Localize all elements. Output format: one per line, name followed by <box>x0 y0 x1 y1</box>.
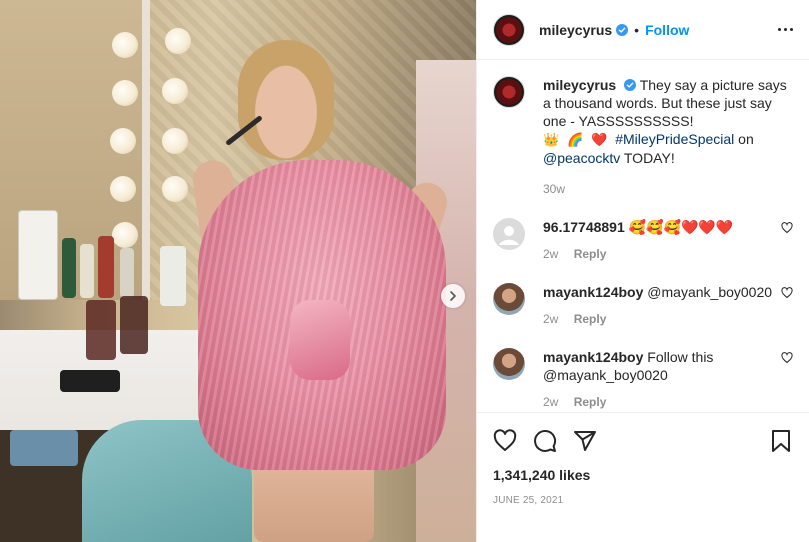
share-icon <box>574 431 596 451</box>
photo-bulb <box>112 32 138 58</box>
photo-palette <box>10 430 78 466</box>
photo-bulb <box>162 176 188 202</box>
post-date: June 25, 2021 <box>493 495 564 506</box>
photo-dress-bow <box>290 300 350 380</box>
caption-author-avatar[interactable] <box>493 76 525 108</box>
comment-meta: 2w Reply <box>543 395 773 409</box>
comment-username[interactable]: mayank124boy <box>543 284 643 300</box>
comment-icon <box>534 430 557 452</box>
follow-button[interactable]: Follow <box>645 22 689 38</box>
post-caption: mileycyrus They say a picture says a tho… <box>493 76 793 167</box>
reply-button[interactable]: Reply <box>574 312 607 326</box>
comment-avatar[interactable] <box>493 218 525 250</box>
comment-meta: 2w Reply <box>543 247 773 261</box>
comment-item: 96.17748891 🥰🥰🥰❤️❤️❤️ 2w Reply <box>493 218 793 261</box>
author-avatar[interactable] <box>493 13 525 46</box>
comment-item: mayank124boy @mayank_boy0020 2w Reply <box>493 283 793 326</box>
photo-bottle <box>120 248 134 298</box>
caption-username[interactable]: mileycyrus <box>543 77 616 93</box>
photo-bulb <box>162 128 188 154</box>
post-side-panel: mileycyrus • Follow mileycyrus They say … <box>476 0 809 542</box>
photo-bulb <box>112 222 138 248</box>
comment-text: mayank124boy @mayank_boy0020 <box>543 283 773 301</box>
photo-bottle <box>98 236 114 298</box>
share-button[interactable] <box>573 429 597 453</box>
likes-count[interactable]: 1,341,240 likes <box>493 467 793 483</box>
caption-age: 30w <box>543 182 566 196</box>
instagram-post: mileycyrus • Follow mileycyrus They say … <box>0 0 809 542</box>
comment-username[interactable]: mayank124boy <box>543 349 643 365</box>
rainbow-emoji: 🌈 <box>567 132 584 147</box>
comment-age: 2w <box>543 247 559 261</box>
save-button[interactable] <box>769 429 793 453</box>
reply-button[interactable]: Reply <box>574 247 607 261</box>
comment-body: 🥰🥰🥰❤️❤️❤️ <box>628 219 734 235</box>
photo-bulb <box>112 80 138 106</box>
comment-age: 2w <box>543 395 559 409</box>
heart-icon[interactable] <box>781 352 793 364</box>
post-actions: 1,341,240 likes June 25, 2021 <box>477 412 809 542</box>
photo-bottle <box>62 238 76 298</box>
comment-text: 96.17748891 🥰🥰🥰❤️❤️❤️ <box>543 218 773 236</box>
photo-cup <box>120 296 148 354</box>
action-icons-row <box>493 421 793 461</box>
comment-age: 2w <box>543 312 559 326</box>
reply-button[interactable]: Reply <box>574 395 607 409</box>
comment-body: @mayank_boy0020 <box>647 284 773 300</box>
verified-badge-icon <box>616 23 629 36</box>
photo-bulb <box>165 28 191 54</box>
photo-bulb <box>110 176 136 202</box>
author-info: mileycyrus • Follow <box>539 22 689 38</box>
comment-text: mayank124boy Follow this @mayank_boy0020 <box>543 348 773 384</box>
heart-icon[interactable] <box>781 222 793 234</box>
separator-dot: • <box>634 21 640 38</box>
photo-sunglasses <box>60 370 120 392</box>
comments-scroll-area[interactable]: mileycyrus They say a picture says a tho… <box>477 60 809 412</box>
heart-icon <box>493 429 517 451</box>
photo-box <box>18 210 58 300</box>
photo-bottle <box>160 246 186 306</box>
heart-icon[interactable] <box>781 287 793 299</box>
post-header: mileycyrus • Follow <box>477 0 809 60</box>
more-options-button[interactable] <box>778 28 793 31</box>
photo-bulb <box>110 128 136 154</box>
photo-bulb <box>162 78 188 104</box>
comment-avatar[interactable] <box>493 348 525 380</box>
default-avatar-icon <box>494 219 524 249</box>
photo-cup <box>86 300 116 360</box>
photo-head <box>238 40 334 160</box>
more-options-icon <box>778 28 781 31</box>
verified-badge-icon <box>624 79 637 91</box>
author-username[interactable]: mileycyrus <box>539 22 612 38</box>
comment-button[interactable] <box>533 429 557 453</box>
photo-legs <box>254 460 374 542</box>
save-icon <box>772 430 790 452</box>
comment-item: mayank124boy Follow this @mayank_boy0020… <box>493 348 793 409</box>
post-photo[interactable] <box>0 0 476 542</box>
caption-hashtag[interactable]: #MileyPrideSpecial <box>615 131 734 147</box>
crown-emoji: 👑 <box>543 132 560 147</box>
caption-mention[interactable]: @peacocktv <box>543 150 620 166</box>
caption-on: on <box>734 131 754 147</box>
comment-avatar[interactable] <box>493 283 525 315</box>
heart-emoji: ❤️ <box>591 132 608 147</box>
photo-bottle <box>80 244 94 298</box>
comment-meta: 2w Reply <box>543 312 773 326</box>
next-photo-button[interactable] <box>441 284 465 308</box>
caption-text: mileycyrus They say a picture says a tho… <box>543 76 793 167</box>
next-arrow-icon <box>450 291 456 301</box>
like-button[interactable] <box>493 429 517 453</box>
comment-username[interactable]: 96.17748891 <box>543 219 625 235</box>
caption-today: TODAY! <box>620 150 675 166</box>
